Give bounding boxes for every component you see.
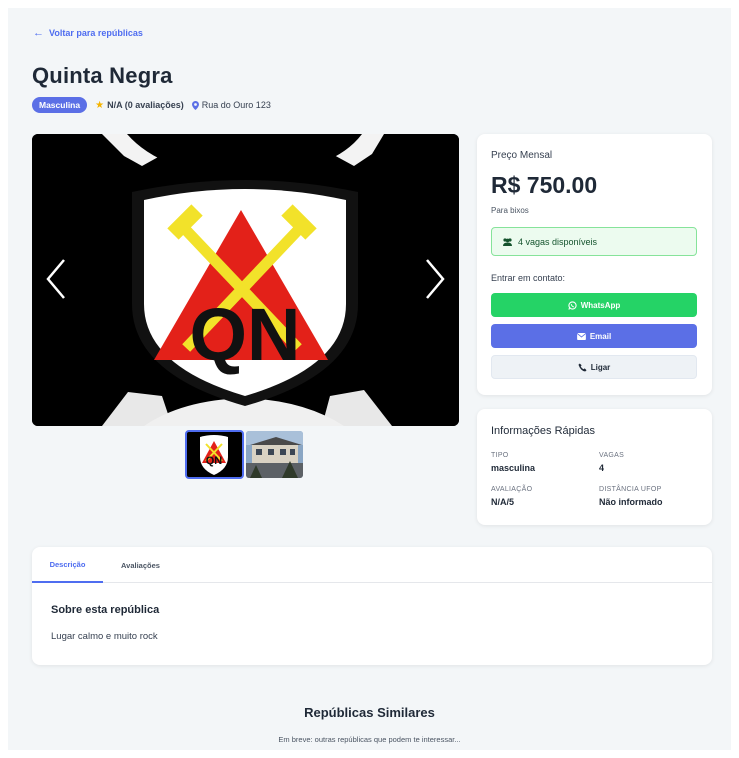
section-title: Sobre esta república bbox=[51, 604, 160, 616]
tab-bar: Descrição Avaliações bbox=[32, 547, 712, 583]
info-rating-value: N/A/5 bbox=[491, 497, 515, 507]
email-button[interactable]: Email bbox=[491, 324, 697, 348]
thumbnail-house-image bbox=[246, 431, 303, 478]
quick-info-card: Informações Rápidas TIPO masculina VAGAS… bbox=[477, 409, 712, 525]
info-rating: AVALIAÇÃO N/A/5 bbox=[491, 486, 532, 507]
price-card: Preço Mensal R$ 750.00 Para bixos 4 vaga… bbox=[477, 134, 712, 395]
svg-text:QN: QN bbox=[206, 455, 223, 467]
address-text: Rua do Ouro 123 bbox=[201, 100, 271, 110]
page: ← Voltar para repúblicas Quinta Negra Ma… bbox=[8, 8, 731, 750]
image-carousel: QN bbox=[32, 134, 459, 426]
price-label: Preço Mensal bbox=[491, 150, 553, 161]
phone-icon bbox=[578, 362, 587, 372]
vacancy-box: 4 vagas disponíveis bbox=[491, 227, 697, 256]
vacancy-text: 4 vagas disponíveis bbox=[518, 236, 598, 247]
price-target: Para bixos bbox=[491, 206, 529, 215]
info-distance-key: DISTÂNCIA UFOP bbox=[599, 486, 662, 493]
info-vacancies: VAGAS 4 bbox=[599, 452, 624, 473]
svg-text:QN: QN bbox=[190, 293, 301, 376]
thumbnail-logo[interactable]: QN bbox=[185, 430, 244, 479]
info-vacancies-value: 4 bbox=[599, 463, 605, 473]
email-label: Email bbox=[589, 331, 612, 341]
whatsapp-button[interactable]: WhatsApp bbox=[491, 293, 697, 317]
thumbnail-house-photo[interactable] bbox=[246, 431, 303, 478]
similar-title: Repúblicas Similares bbox=[304, 705, 435, 720]
info-type-value: masculina bbox=[491, 463, 536, 473]
page-title: Quinta Negra bbox=[32, 63, 173, 88]
republic-logo-image: QN bbox=[32, 134, 459, 426]
republic-meta: Masculina ★ N/A (0 avaliações) Rua do Ou… bbox=[32, 97, 271, 113]
thumbnail-logo-image: QN bbox=[186, 431, 243, 478]
tab-reviews[interactable]: Avaliações bbox=[103, 547, 178, 583]
thumbnail-strip: QN bbox=[185, 430, 303, 479]
details-tabs-card: Descrição Avaliações Sobre esta repúblic… bbox=[32, 547, 712, 665]
info-distance: DISTÂNCIA UFOP Não informado bbox=[599, 486, 663, 507]
arrow-left-icon: ← bbox=[33, 26, 44, 39]
contact-label: Entrar em contato: bbox=[491, 273, 566, 283]
whatsapp-icon bbox=[568, 300, 577, 310]
similar-subtitle: Em breve: outras repúblicas que podem te… bbox=[278, 735, 461, 744]
tab-description[interactable]: Descrição bbox=[32, 547, 103, 583]
envelope-icon bbox=[576, 332, 586, 340]
quick-info-title: Informações Rápidas bbox=[491, 425, 595, 437]
info-type-key: TIPO bbox=[491, 452, 509, 459]
info-type: TIPO masculina bbox=[491, 452, 535, 473]
info-distance-value: Não informado bbox=[599, 497, 663, 507]
call-label: Ligar bbox=[590, 362, 611, 372]
rating: ★ N/A (0 avaliações) bbox=[95, 100, 184, 111]
star-icon: ★ bbox=[95, 99, 105, 111]
carousel-prev-icon[interactable] bbox=[42, 256, 70, 302]
users-icon bbox=[503, 237, 512, 246]
rating-text: N/A (0 avaliações) bbox=[107, 100, 184, 110]
price-value: R$ 750.00 bbox=[491, 172, 598, 198]
whatsapp-label: WhatsApp bbox=[580, 300, 621, 310]
info-rating-key: AVALIAÇÃO bbox=[491, 486, 533, 493]
carousel-next-icon[interactable] bbox=[421, 256, 449, 302]
type-badge: Masculina bbox=[32, 97, 88, 113]
map-pin-icon bbox=[191, 100, 199, 110]
info-vacancies-key: VAGAS bbox=[599, 452, 625, 459]
back-link-label: Voltar para repúblicas bbox=[49, 28, 143, 38]
section-text: Lugar calmo e muito rock bbox=[51, 631, 158, 642]
call-button[interactable]: Ligar bbox=[491, 355, 697, 379]
back-link[interactable]: ← Voltar para repúblicas bbox=[33, 26, 143, 39]
address: Rua do Ouro 123 bbox=[191, 100, 271, 110]
